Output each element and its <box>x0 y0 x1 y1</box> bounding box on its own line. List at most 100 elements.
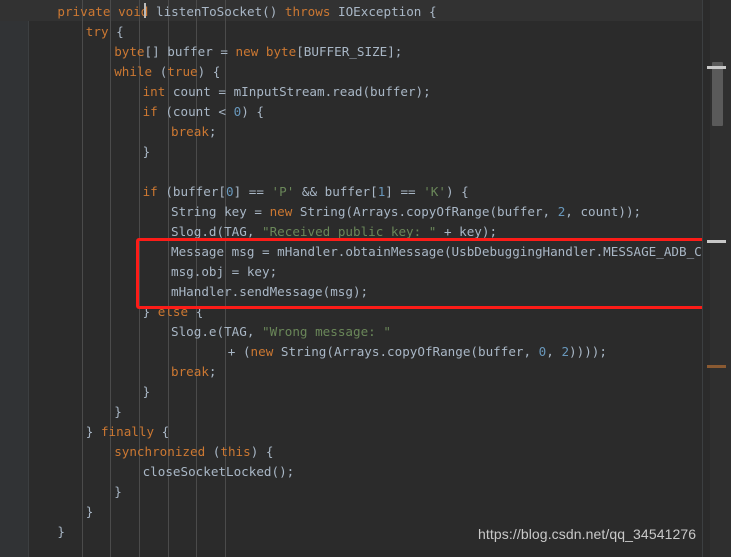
code-token: "Wrong message: " <box>262 324 391 339</box>
code-token: byte <box>265 44 297 59</box>
code-line: Message msg = mHandler.obtainMessage(Usb… <box>29 242 731 262</box>
code-token: this <box>220 444 251 459</box>
code-token: new <box>269 204 293 219</box>
code-line: break; <box>29 122 719 142</box>
code-token: ) { <box>445 184 469 199</box>
code-token: ] == <box>233 184 272 199</box>
code-line: Slog.d(TAG, "Received public key: " + ke… <box>29 222 719 242</box>
code-token: IOException { <box>330 4 437 19</box>
code-line: if (count < 0) { <box>29 102 719 122</box>
code-line: } <box>29 382 719 402</box>
code-token: ; <box>208 364 217 379</box>
code-token: closeSocketLocked(); <box>142 464 295 479</box>
code-token: && buffer[ <box>294 184 378 199</box>
code-token: true <box>167 64 198 79</box>
code-token: } <box>85 504 94 519</box>
code-line: int count = mInputStream.read(buffer); <box>29 82 719 102</box>
scrollbar-thumb[interactable] <box>712 62 723 126</box>
code-token: } <box>57 524 65 539</box>
code-token: listenToSocket <box>156 4 263 19</box>
watermark-url: https://blog.csdn.net/qq_34541276 <box>478 526 697 542</box>
code-token: ] == <box>385 184 424 199</box>
code-line: + (new String(Arrays.copyOfRange(buffer,… <box>29 342 719 362</box>
code-line: } <box>29 142 719 162</box>
code-token: break <box>171 124 209 139</box>
code-line: } <box>29 482 719 502</box>
code-line: break; <box>29 362 719 382</box>
code-text[interactable]: private void listenToSocket() throws IOE… <box>29 0 731 542</box>
code-token: } <box>85 424 101 439</box>
code-token: count = mInputStream.read(buffer); <box>165 84 431 99</box>
code-token: ( <box>152 64 168 79</box>
code-token: else <box>157 304 189 319</box>
code-token: new <box>235 44 259 59</box>
code-line: } <box>29 402 719 422</box>
code-token: private <box>57 4 111 19</box>
code-line: msg.obj = key; <box>29 262 719 282</box>
code-token: mHandler.sendMessage(msg); <box>171 284 369 299</box>
code-line: private void listenToSocket() throws IOE… <box>29 2 719 22</box>
changed-lines-marker-bottom <box>707 365 726 368</box>
code-token: finally <box>100 424 155 439</box>
code-token: try <box>85 24 109 39</box>
code-token: Message msg = mHandler.obtainMessage(Usb… <box>171 244 731 259</box>
code-token: while <box>114 64 153 79</box>
code-token: , <box>546 344 562 359</box>
code-line: } finally { <box>29 422 719 442</box>
code-line: byte[] buffer = new byte[BUFFER_SIZE]; <box>29 42 719 62</box>
code-token: String key = <box>171 204 270 219</box>
code-token: byte <box>114 44 145 59</box>
vertical-scrollbar-area[interactable] <box>702 0 731 557</box>
code-token: + ( <box>227 344 251 359</box>
code-token: () <box>262 4 285 19</box>
code-token: String(Arrays.copyOfRange(buffer, <box>292 204 558 219</box>
code-token: [BUFFER_SIZE]; <box>296 44 403 59</box>
code-token: new <box>250 344 274 359</box>
code-token: ) { <box>250 444 274 459</box>
code-token: } <box>114 484 122 499</box>
code-token: { <box>154 424 170 439</box>
code-token: , count)); <box>565 204 642 219</box>
code-token: Slog.e(TAG, <box>171 324 262 339</box>
code-token: int <box>142 84 166 99</box>
code-token: )))); <box>569 344 607 359</box>
editor-gutter[interactable] <box>0 0 28 557</box>
code-token: } <box>142 304 158 319</box>
code-token: "Received public key: " <box>262 224 437 239</box>
code-line: try { <box>29 22 719 42</box>
code-line: } <box>29 502 719 522</box>
code-token: break <box>171 364 209 379</box>
code-token: (buffer[ <box>157 184 227 199</box>
code-token: 0 <box>226 184 234 199</box>
changed-lines-marker-top <box>707 66 726 69</box>
code-token: Slog.d(TAG, <box>171 224 262 239</box>
code-token: msg.obj = key; <box>171 264 278 279</box>
code-line: closeSocketLocked(); <box>29 462 719 482</box>
code-token: 2 <box>561 344 570 359</box>
code-token: [] buffer = <box>144 44 236 59</box>
code-line: String key = new String(Arrays.copyOfRan… <box>29 202 719 222</box>
code-token: ) { <box>241 104 264 119</box>
code-token: throws <box>284 4 331 19</box>
code-line: mHandler.sendMessage(msg); <box>29 282 719 302</box>
code-line: Slog.e(TAG, "Wrong message: " <box>29 322 719 342</box>
code-line: synchronized (this) { <box>29 442 719 462</box>
code-token: 'P' <box>271 184 295 199</box>
code-line: } else { <box>29 302 719 322</box>
text-caret <box>144 3 146 18</box>
code-token: ( <box>205 444 221 459</box>
code-token: if <box>142 104 158 119</box>
code-editor-screenshot: private void listenToSocket() throws IOE… <box>0 0 731 557</box>
code-token: { <box>188 304 204 319</box>
code-token: (count < <box>157 104 234 119</box>
code-token: } <box>142 144 151 159</box>
code-token: 'K' <box>423 184 446 199</box>
code-token: ; <box>208 124 217 139</box>
code-line: while (true) { <box>29 62 719 82</box>
code-token: if <box>142 184 158 199</box>
code-token: ) { <box>197 64 221 79</box>
changed-lines-marker-middle <box>707 240 726 243</box>
